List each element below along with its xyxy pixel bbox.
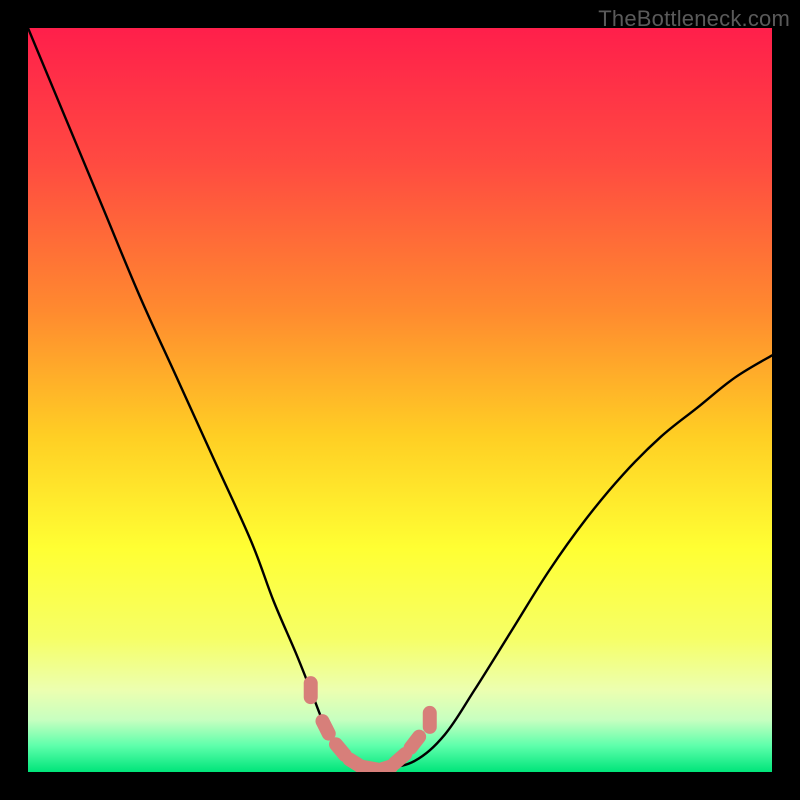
highlight-markers bbox=[304, 676, 437, 772]
bottleneck-curve bbox=[28, 28, 772, 769]
highlight-marker bbox=[304, 676, 318, 704]
curve-layer bbox=[28, 28, 772, 772]
highlight-marker bbox=[423, 706, 437, 734]
chart-root: TheBottleneck.com bbox=[0, 0, 800, 800]
plot-area bbox=[28, 28, 772, 772]
